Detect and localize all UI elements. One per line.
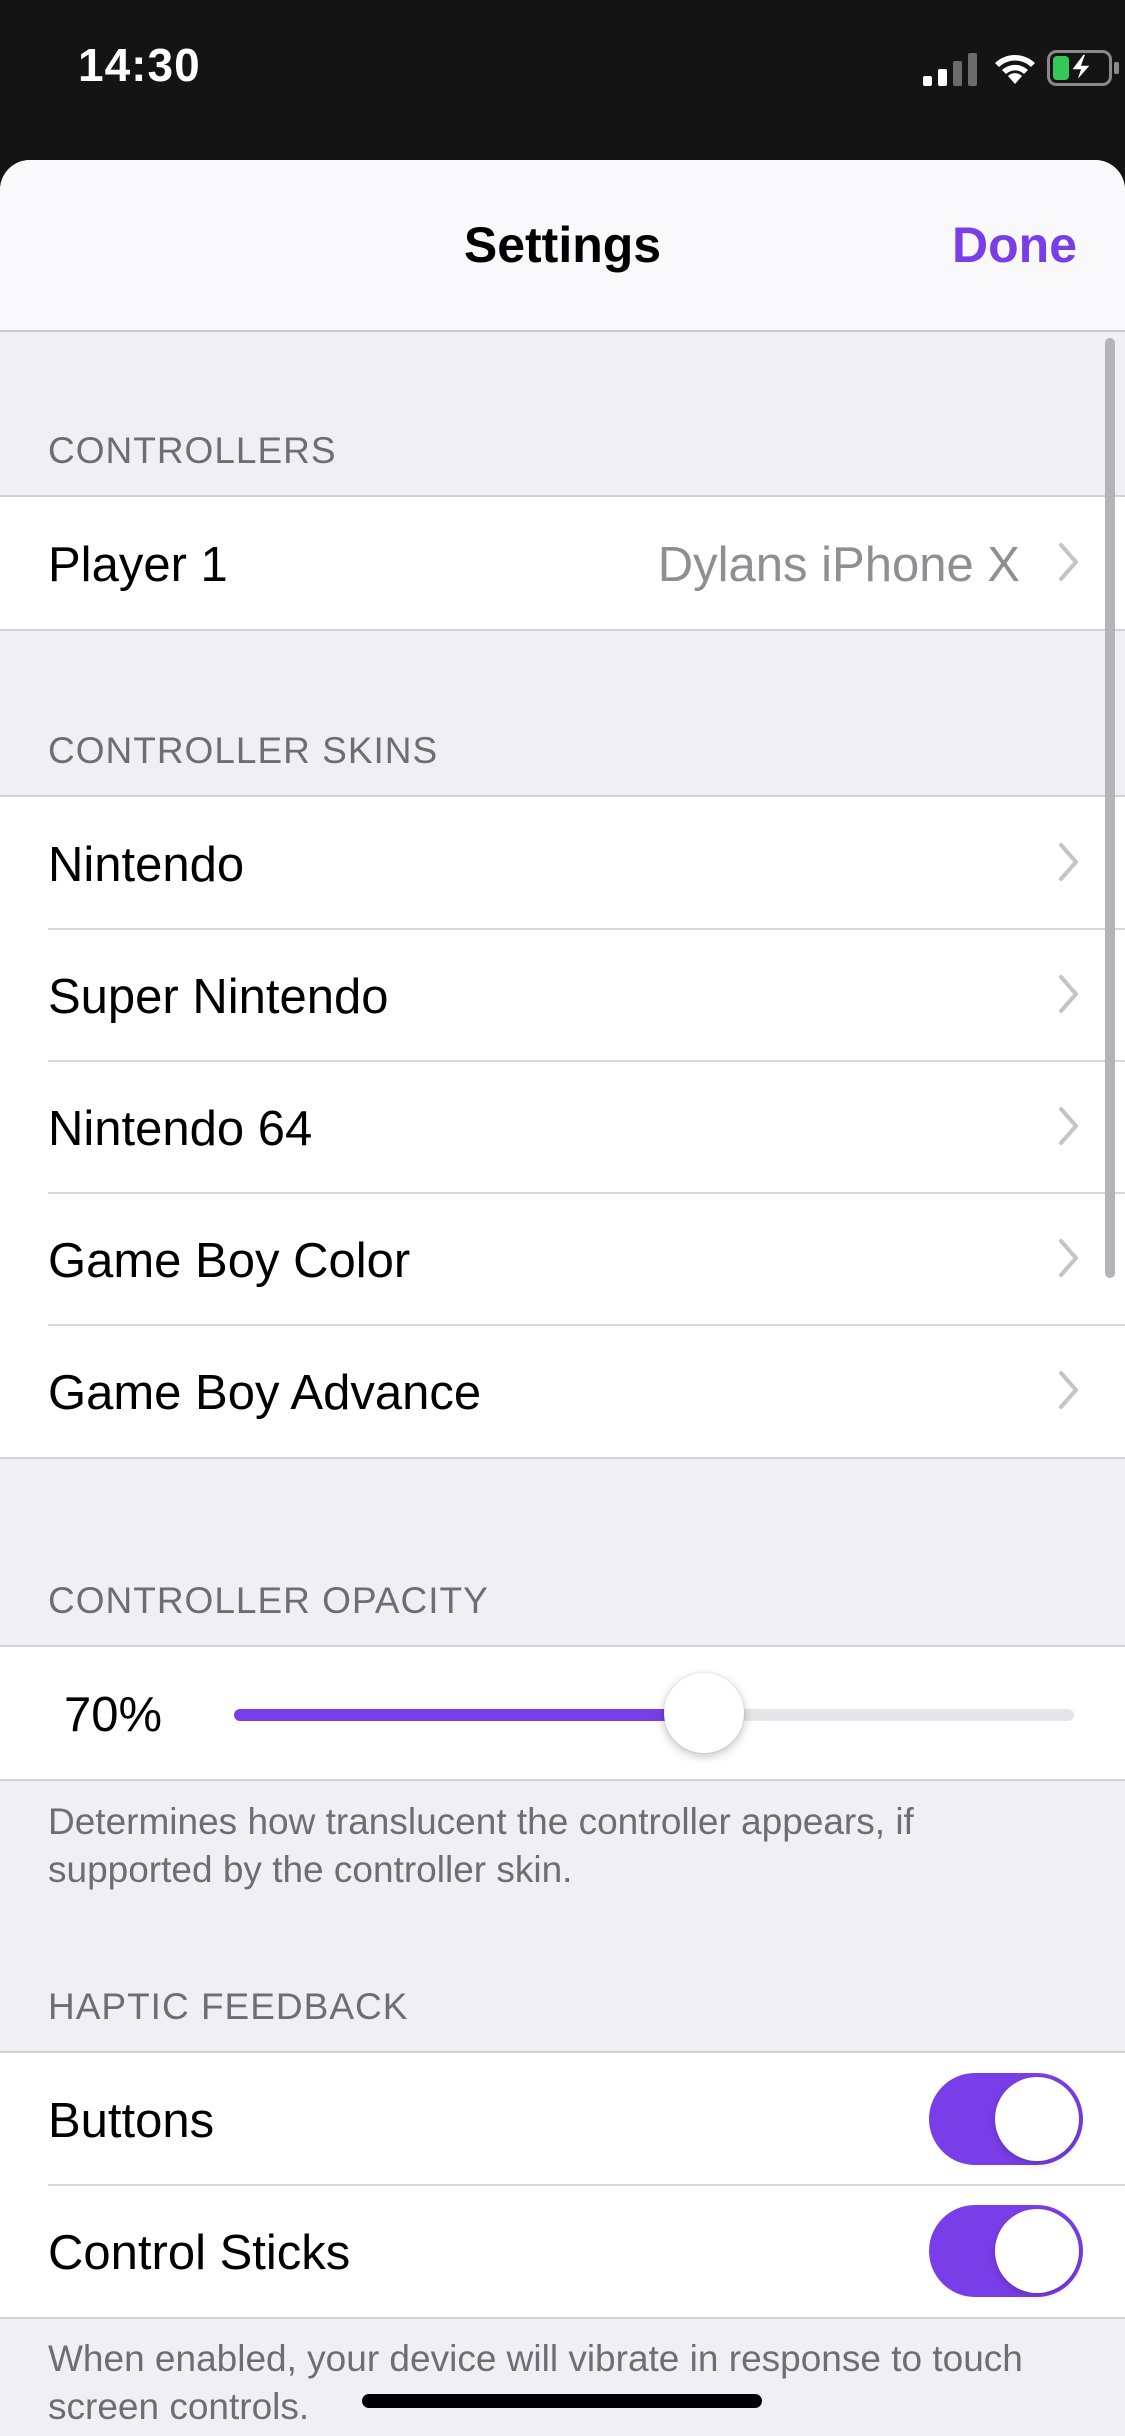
haptic-control-sticks-toggle[interactable] (929, 2205, 1083, 2297)
home-indicator (362, 2394, 762, 2408)
skin-row-super-nintendo[interactable]: Super Nintendo (0, 928, 1125, 1061)
controller-skins-group: Nintendo Super Nintendo Nintendo 64 Game… (0, 795, 1125, 1459)
section-header-haptic-feedback: HAPTIC FEEDBACK (48, 1986, 409, 2027)
opacity-slider-fill (234, 1709, 704, 1721)
opacity-slider-row: 70% (0, 1647, 1125, 1779)
chevron-right-icon (1059, 543, 1078, 581)
toggle-knob (995, 2077, 1079, 2161)
opacity-footer-text: Determines how translucent the controlle… (48, 1801, 914, 1890)
row-label: Game Boy Color (48, 1234, 411, 1288)
opacity-slider-thumb[interactable] (664, 1673, 744, 1753)
row-label: Control Sticks (48, 2226, 351, 2280)
player-1-row[interactable]: Player 1 Dylans iPhone X (0, 497, 1125, 629)
battery-charging-icon (1047, 50, 1119, 86)
navigation-bar: Settings Done (0, 160, 1125, 332)
row-label: Nintendo 64 (48, 1102, 313, 1156)
haptic-control-sticks-row: Control Sticks (0, 2184, 1125, 2317)
skin-row-nintendo-64[interactable]: Nintendo 64 (0, 1060, 1125, 1193)
status-bar: 14:30 (0, 0, 1125, 150)
haptic-buttons-row: Buttons (0, 2053, 1125, 2185)
skin-row-nintendo[interactable]: Nintendo (0, 797, 1125, 929)
done-button[interactable]: Done (952, 216, 1077, 274)
row-detail-value: Dylans iPhone X (657, 538, 1020, 592)
chevron-right-icon (1059, 1107, 1078, 1145)
controllers-group: Player 1 Dylans iPhone X (0, 495, 1125, 631)
row-label: Game Boy Advance (48, 1366, 482, 1420)
row-label: Super Nintendo (48, 970, 389, 1024)
toggle-knob (995, 2209, 1079, 2293)
row-label: Buttons (48, 2094, 215, 2148)
settings-sheet: Settings Done CONTROLLERS Player 1 Dylan… (0, 160, 1125, 2436)
cellular-signal-icon (923, 53, 977, 86)
scroll-indicator[interactable] (1105, 338, 1115, 1278)
row-label: Player 1 (48, 538, 228, 592)
section-header-controller-opacity: CONTROLLER OPACITY (48, 1580, 489, 1621)
row-label: Nintendo (48, 838, 245, 892)
status-time: 14:30 (78, 39, 201, 91)
chevron-right-icon (1059, 1239, 1078, 1277)
wifi-icon (995, 55, 1035, 84)
haptic-footer-text: When enabled, your device will vibrate i… (48, 2338, 1023, 2427)
opacity-slider[interactable] (234, 1709, 1074, 1721)
opacity-value-label: 70% (64, 1688, 163, 1742)
haptic-feedback-group: Buttons Control Sticks (0, 2051, 1125, 2319)
haptic-buttons-toggle[interactable] (929, 2073, 1083, 2165)
chevron-right-icon (1059, 1371, 1078, 1409)
controller-opacity-group: 70% (0, 1645, 1125, 1781)
chevron-right-icon (1059, 843, 1078, 881)
skin-row-game-boy-color[interactable]: Game Boy Color (0, 1192, 1125, 1325)
chevron-right-icon (1059, 975, 1078, 1013)
skin-row-game-boy-advance[interactable]: Game Boy Advance (0, 1324, 1125, 1457)
section-header-controllers: CONTROLLERS (48, 430, 337, 471)
section-header-controller-skins: CONTROLLER SKINS (48, 730, 439, 771)
